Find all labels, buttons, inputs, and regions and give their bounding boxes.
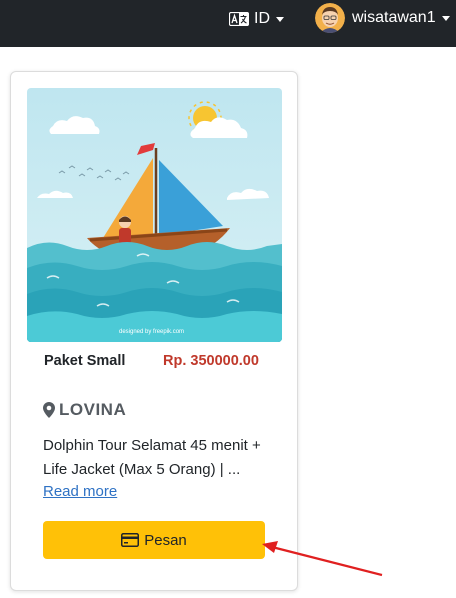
language-dropdown[interactable]: ID [229,10,284,28]
top-navbar: ID wisatawan1 [0,0,456,47]
order-button-label: Pesan [144,531,187,549]
user-menu[interactable]: wisatawan1 [315,3,450,33]
read-more-link[interactable]: Read more [43,483,117,500]
chevron-down-icon [441,15,450,21]
package-price: Rp. 350000.00 [163,353,259,369]
map-pin-icon [43,402,55,418]
chevron-down-icon [276,16,284,22]
package-description: Dolphin Tour Selamat 45 menit + Life Jac… [43,437,261,478]
location-label: LOVINA [59,400,127,419]
package-image: designed by freepik.com [27,88,282,342]
avatar [315,3,345,33]
package-name: Paket Small [44,353,126,369]
credit-card-icon [121,533,140,547]
image-credit: designed by freepik.com [119,329,184,335]
language-label: ID [254,10,270,27]
translate-icon [229,12,249,26]
package-card: designed by freepik.com Paket Small Rp. … [10,71,298,591]
username-label: wisatawan1 [352,9,436,26]
order-button[interactable]: Pesan [43,521,265,559]
location: LOVINA [43,400,126,420]
